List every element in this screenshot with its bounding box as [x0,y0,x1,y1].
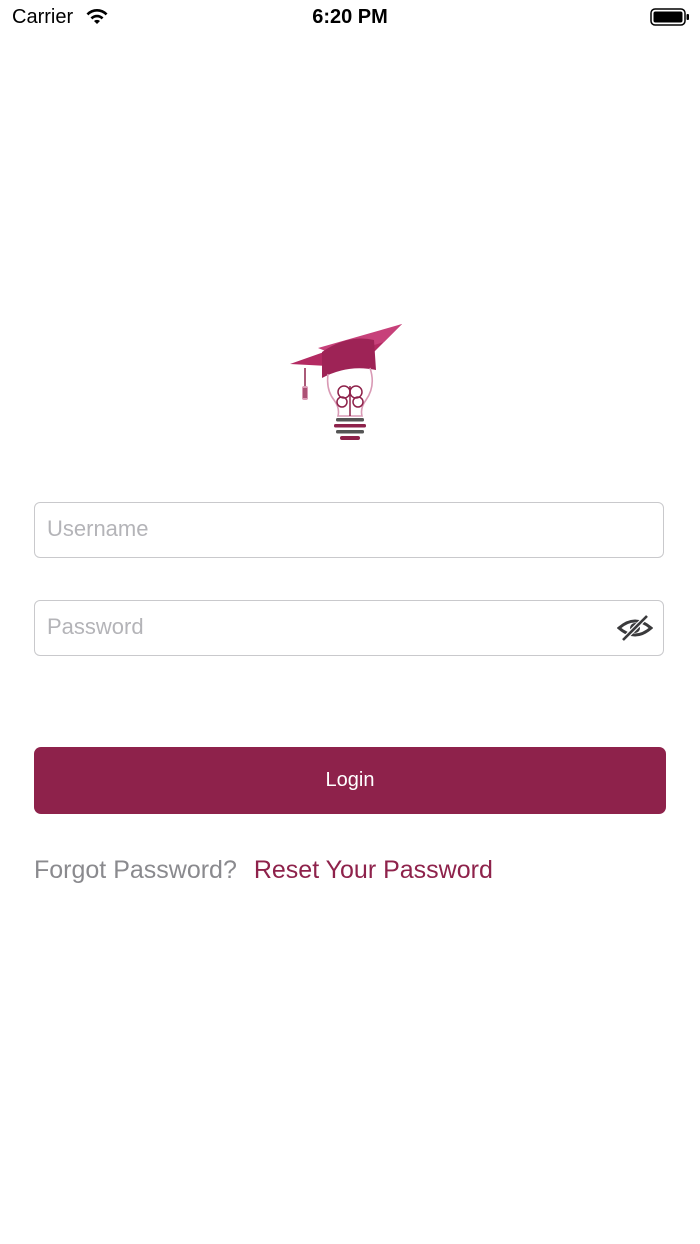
username-input[interactable] [35,503,607,555]
login-screen: Carrier 6:20 PM Username Login Forgot Pa… [0,0,700,1244]
forgot-password-label: Forgot Password? [34,856,237,884]
login-button[interactable]: Login [34,747,666,814]
forgot-password-row: Forgot Password? Reset Your Password [34,856,493,885]
reset-password-link[interactable]: Reset Your Password [254,856,493,884]
eye-slash-icon[interactable] [617,613,653,643]
status-bar: Carrier 6:20 PM [0,0,700,36]
graduation-cap-lightbulb-logo [290,324,402,440]
password-input[interactable] [35,601,607,653]
status-time: 6:20 PM [312,6,388,28]
password-field [34,600,664,656]
username-field [34,502,664,558]
battery-full-icon [650,8,689,26]
